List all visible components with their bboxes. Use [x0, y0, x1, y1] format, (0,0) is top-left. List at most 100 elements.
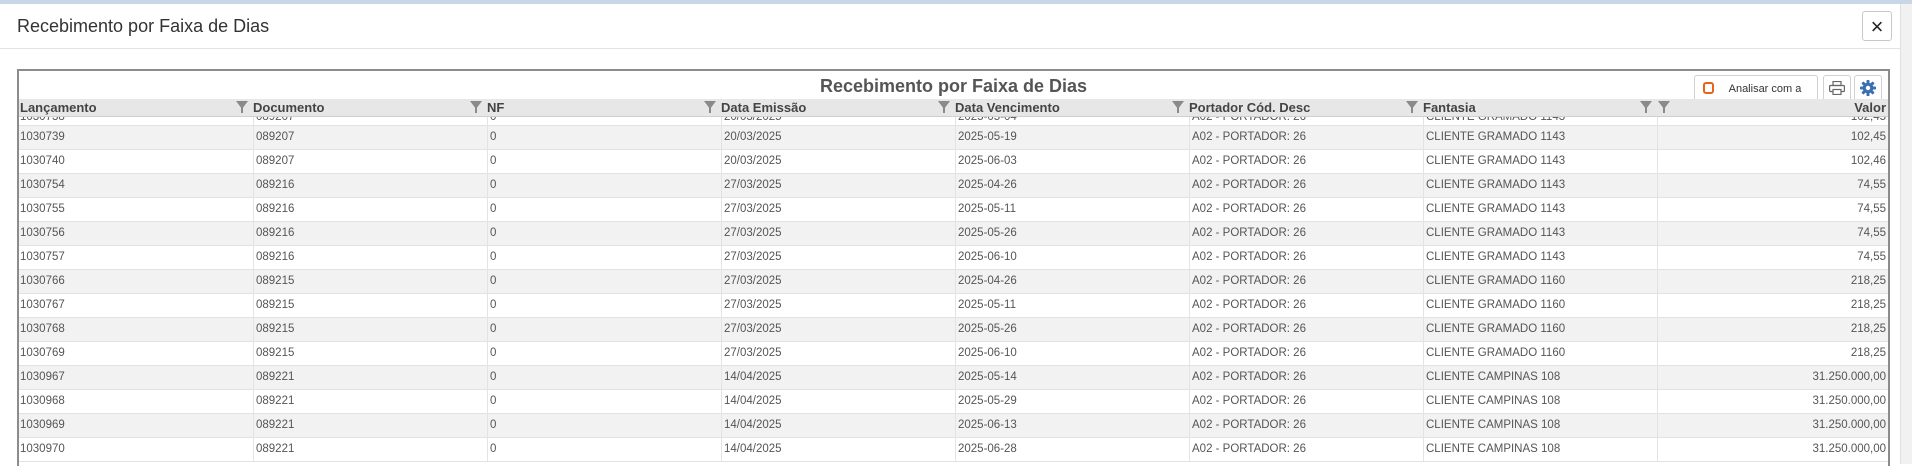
cell-fantasia: CLIENTE GRAMADO 1160	[1423, 318, 1657, 341]
cell-fantasia: CLIENTE GRAMADO 1143	[1423, 246, 1657, 269]
cell-fantasia: CLIENTE GRAMADO 1143	[1423, 222, 1657, 245]
cell-lancamento: 1030968	[20, 395, 65, 407]
cell-documento: 089215	[253, 342, 487, 365]
table-row[interactable]: 1030739 089207 0 20/03/2025 2025-05-19 A02 - …	[19, 126, 1888, 150]
table-row[interactable]: 1030768 089215 0 27/03/2025 2025-05-26 A02 - …	[19, 318, 1888, 342]
cell-documento: 089216	[253, 222, 487, 245]
cell-data-vencimento: 2025-06-28	[955, 438, 1189, 461]
column-header-data-emissao[interactable]: Data Emissão	[721, 99, 806, 116]
cell-documento: 089215	[253, 318, 487, 341]
cell-documento: 089216	[253, 246, 487, 269]
cell-fantasia: CLIENTE CAMPINAS 108	[1423, 414, 1657, 437]
cell-data-emissao: 20/03/2025	[721, 117, 955, 125]
cell-data-emissao: 14/04/2025	[721, 438, 955, 461]
cell-portador: A02 - PORTADOR: 26	[1189, 126, 1423, 149]
cell-lancamento: 1030738	[20, 117, 65, 123]
cell-data-emissao: 27/03/2025	[721, 246, 955, 269]
cell-data-vencimento: 2025-04-26	[955, 174, 1189, 197]
cell-nf: 0	[487, 390, 721, 413]
cell-data-vencimento: 2025-05-14	[955, 366, 1189, 389]
vertical-scrollbar[interactable]	[1900, 4, 1912, 464]
cell-lancamento: 1030766	[20, 275, 65, 287]
cell-fantasia: CLIENTE GRAMADO 1143	[1423, 126, 1657, 149]
cell-data-emissao: 27/03/2025	[721, 222, 955, 245]
cell-fantasia: CLIENTE CAMPINAS 108	[1423, 366, 1657, 389]
table-row[interactable]: 1030970 089221 0 14/04/2025 2025-06-28 A02 - …	[19, 438, 1888, 462]
filter-icon[interactable]	[704, 101, 716, 113]
column-header-data-vencimento[interactable]: Data Vencimento	[955, 99, 1060, 116]
filter-icon[interactable]	[938, 101, 950, 113]
column-header-fantasia[interactable]: Fantasia	[1423, 99, 1476, 116]
report-title: Recebimento por Faixa de Dias	[819, 76, 1088, 96]
cell-data-emissao: 20/03/2025	[721, 126, 955, 149]
table-row[interactable]: 1030755 089216 0 27/03/2025 2025-05-11 A02 - …	[19, 198, 1888, 222]
cell-valor: 218,25	[1657, 270, 1888, 293]
table-row[interactable]: 1030738 089207 0 20/03/2025 2025-05-04 A02 - …	[19, 117, 1888, 126]
table-row[interactable]: 1030757 089216 0 27/03/2025 2025-06-10 A02 - …	[19, 246, 1888, 270]
gear-icon	[1860, 80, 1876, 96]
cell-valor: 74,55	[1657, 246, 1888, 269]
cell-fantasia: CLIENTE CAMPINAS 108	[1423, 390, 1657, 413]
table-row[interactable]: 1030767 089215 0 27/03/2025 2025-05-11 A02 - …	[19, 294, 1888, 318]
table-body: 1030738 089207 0 20/03/2025 2025-05-04 A02 - …	[19, 117, 1888, 462]
column-header-valor[interactable]: Valor	[1679, 99, 1886, 116]
table-row[interactable]: 1030967 089221 0 14/04/2025 2025-05-14 A02 - …	[19, 366, 1888, 390]
table-row[interactable]: 1030766 089215 0 27/03/2025 2025-04-26 A02 - …	[19, 270, 1888, 294]
cell-portador: A02 - PORTADOR: 26	[1189, 414, 1423, 437]
cell-lancamento: 1030740	[20, 155, 65, 167]
cell-data-vencimento: 2025-05-19	[955, 126, 1189, 149]
cell-portador: A02 - PORTADOR: 26	[1189, 342, 1423, 365]
column-header-nf[interactable]: NF	[487, 99, 504, 116]
filter-icon[interactable]	[1658, 101, 1670, 113]
cell-portador: A02 - PORTADOR: 26	[1189, 174, 1423, 197]
printer-icon	[1829, 81, 1845, 95]
cell-fantasia: CLIENTE GRAMADO 1160	[1423, 294, 1657, 317]
settings-button[interactable]	[1854, 75, 1882, 101]
column-header-lancamento[interactable]: Lançamento	[20, 99, 97, 116]
cell-lancamento: 1030970	[20, 443, 65, 455]
cell-fantasia: CLIENTE GRAMADO 1160	[1423, 270, 1657, 293]
table-row[interactable]: 1030968 089221 0 14/04/2025 2025-05-29 A02 - …	[19, 390, 1888, 414]
table-row[interactable]: 1030769 089215 0 27/03/2025 2025-06-10 A02 - …	[19, 342, 1888, 366]
filter-icon[interactable]	[1172, 101, 1184, 113]
cell-fantasia: CLIENTE GRAMADO 1143	[1423, 174, 1657, 197]
filter-icon[interactable]	[470, 101, 482, 113]
cell-nf: 0	[487, 318, 721, 341]
cell-valor: 74,55	[1657, 222, 1888, 245]
cell-data-vencimento: 2025-06-10	[955, 246, 1189, 269]
modal-header: Recebimento por Faixa de Dias ×	[0, 4, 1900, 49]
cell-valor: 102,45	[1657, 126, 1888, 149]
filter-icon[interactable]	[1406, 101, 1418, 113]
table-row[interactable]: 1030756 089216 0 27/03/2025 2025-05-26 A02 - …	[19, 222, 1888, 246]
filter-icon[interactable]	[236, 101, 248, 113]
table-row[interactable]: 1030740 089207 0 20/03/2025 2025-06-03 A02 - …	[19, 150, 1888, 174]
cell-documento: 089221	[253, 366, 487, 389]
cell-portador: A02 - PORTADOR: 26	[1189, 270, 1423, 293]
cell-nf: 0	[487, 414, 721, 437]
cell-documento: 089207	[253, 117, 487, 125]
analisar-button[interactable]: Analisar com a Cia	[1694, 75, 1818, 119]
cell-data-vencimento: 2025-05-11	[955, 294, 1189, 317]
cell-data-vencimento: 2025-06-03	[955, 150, 1189, 173]
cell-documento: 089221	[253, 414, 487, 437]
cell-lancamento: 1030769	[20, 347, 65, 359]
table-row[interactable]: 1030969 089221 0 14/04/2025 2025-06-13 A02 - …	[19, 414, 1888, 438]
cell-nf: 0	[487, 438, 721, 461]
cell-data-vencimento: 2025-06-13	[955, 414, 1189, 437]
cell-fantasia: CLIENTE GRAMADO 1143	[1423, 117, 1657, 125]
cell-valor: 74,55	[1657, 198, 1888, 221]
cell-nf: 0	[487, 270, 721, 293]
column-header-documento[interactable]: Documento	[253, 99, 325, 116]
refresh-icon	[1703, 82, 1714, 94]
filter-icon[interactable]	[1640, 101, 1652, 113]
cell-data-emissao: 27/03/2025	[721, 198, 955, 221]
table-row[interactable]: 1030754 089216 0 27/03/2025 2025-04-26 A02 - …	[19, 174, 1888, 198]
print-button[interactable]	[1823, 75, 1851, 101]
column-header-portador[interactable]: Portador Cód. Desc	[1189, 99, 1310, 116]
cell-data-vencimento: 2025-06-10	[955, 342, 1189, 365]
cell-portador: A02 - PORTADOR: 26	[1189, 438, 1423, 461]
cell-data-vencimento: 2025-05-11	[955, 198, 1189, 221]
close-button[interactable]: ×	[1862, 11, 1892, 41]
cell-data-emissao: 27/03/2025	[721, 318, 955, 341]
cell-nf: 0	[487, 366, 721, 389]
